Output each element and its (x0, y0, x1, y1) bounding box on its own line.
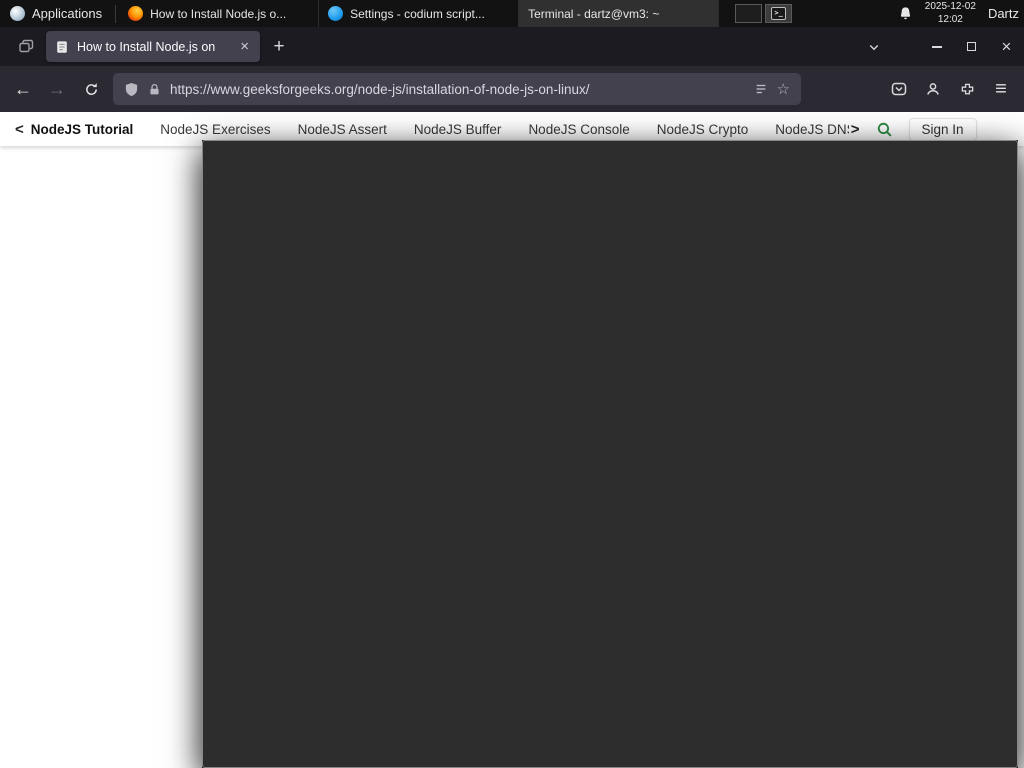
url-text[interactable]: https://www.geeksforgeeks.org/node-js/in… (170, 82, 745, 97)
minimize-icon (931, 45, 942, 48)
codium-icon (328, 6, 344, 21)
system-tray: 2025-12-02 12:02 Dartz (898, 1, 1024, 26)
site-nav-link[interactable]: NodeJS Tutorial (31, 122, 134, 137)
browser-tab[interactable]: How to Install Node.js on × (46, 31, 260, 62)
sign-in-button[interactable]: Sign In (908, 117, 977, 141)
nav-left-chevron-icon[interactable]: < (15, 121, 24, 138)
taskbar-item[interactable]: Terminal - dartz@vm3: ~ (202, 0, 1018, 768)
browser-titlebar: How to Install Node.js on × + × (0, 27, 1024, 66)
close-icon: × (1001, 37, 1012, 56)
clock-time: 12:02 (937, 13, 963, 25)
taskbar-item-label: How to Install Node.js o... (150, 6, 287, 21)
reader-view-icon[interactable] (754, 82, 768, 96)
tab-title: How to Install Node.js on (77, 39, 216, 54)
account-icon[interactable] (917, 73, 949, 105)
applications-label: Applications (32, 6, 103, 21)
nav-right-chevron-icon[interactable]: > (851, 121, 860, 138)
desktop: Applications How to Install Node.js o...… (0, 0, 1024, 768)
pocket-icon[interactable] (883, 73, 915, 105)
taskbar-item-label: Settings - codium script... (350, 6, 485, 21)
panel-separator (115, 4, 117, 23)
applications-menu-button[interactable]: Applications (0, 0, 112, 27)
taskbar-item-label: Terminal - dartz@vm3: ~ (528, 6, 660, 21)
window-maximize-button[interactable] (954, 27, 989, 66)
forward-button[interactable]: → (41, 73, 73, 105)
list-all-tabs-button[interactable] (856, 27, 891, 66)
tracking-shield-icon[interactable] (124, 82, 139, 97)
bookmark-star-icon[interactable]: ☆ (777, 80, 790, 98)
notification-bell-icon[interactable] (898, 6, 913, 21)
site-nav-link[interactable]: NodeJS Console (528, 122, 629, 137)
browser-toolbar: ← → https://www.geeksforgeeks.org/node-j… (0, 66, 1024, 112)
site-nav-link[interactable]: NodeJS Crypto (657, 122, 749, 137)
window-minimize-button[interactable] (919, 27, 954, 66)
window-controls: × (856, 27, 1024, 66)
clock[interactable]: 2025-12-02 12:02 (925, 1, 976, 26)
lock-icon[interactable] (148, 83, 161, 96)
site-nav-link[interactable]: NodeJS Exercises (160, 122, 270, 137)
reload-button[interactable] (75, 73, 107, 105)
taskbar-item[interactable]: Settings - codium script... (319, 0, 520, 27)
workspace-switcher[interactable]: >_ (735, 0, 793, 27)
window-taskbar: How to Install Node.js o... Settings - co… (119, 0, 1018, 768)
window-close-button[interactable]: × (989, 27, 1024, 66)
extensions-icon[interactable] (951, 73, 983, 105)
firefox-view-button[interactable] (12, 33, 40, 61)
new-tab-button[interactable]: + (265, 33, 293, 61)
search-icon[interactable] (876, 121, 893, 138)
taskbar-item[interactable]: How to Install Node.js o... (119, 0, 320, 27)
site-nav-link[interactable]: NodeJS Buffer (414, 122, 502, 137)
workspace-1[interactable] (735, 4, 763, 23)
tab-favicon-icon (55, 40, 69, 54)
site-nav-links: NodeJS Tutorial NodeJS Exercises NodeJS As… (31, 122, 849, 137)
top-panel: Applications How to Install Node.js o...… (0, 0, 1024, 768)
url-bar[interactable]: https://www.geeksforgeeks.org/node-js/in… (113, 73, 801, 105)
user-menu[interactable]: Dartz (988, 6, 1019, 21)
maximize-icon (967, 42, 976, 51)
hamburger-icon: ≡ (995, 78, 1007, 100)
terminal-window-mini-icon: >_ (771, 7, 786, 20)
back-button[interactable]: ← (7, 73, 39, 105)
applications-menu-icon (10, 6, 25, 21)
firefox-icon (128, 6, 144, 21)
tab-close-button[interactable]: × (238, 38, 251, 55)
clock-date: 2025-12-02 (924, 1, 976, 12)
site-nav-link[interactable]: NodeJS Assert (298, 122, 387, 137)
workspace-2[interactable]: >_ (765, 4, 793, 23)
site-nav-link[interactable]: NodeJS DNS (775, 122, 848, 137)
menu-button[interactable]: ≡ (985, 73, 1017, 105)
